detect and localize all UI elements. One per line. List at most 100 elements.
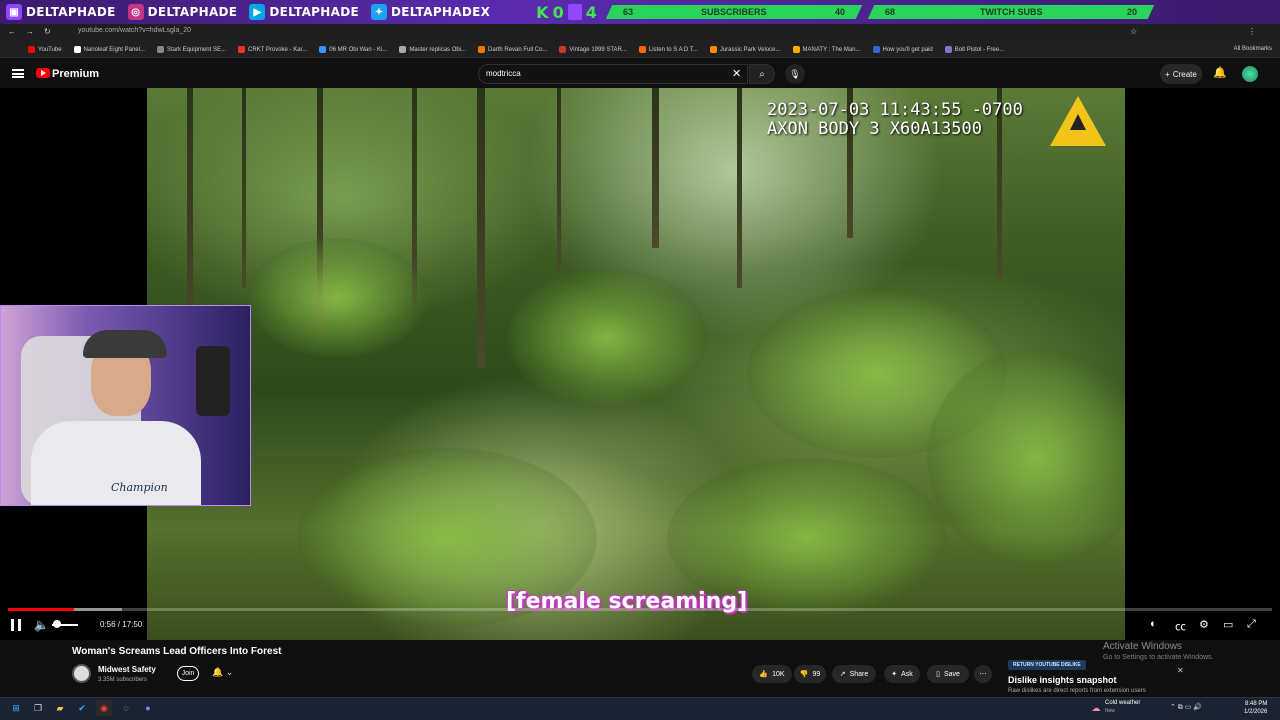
bookmark-item[interactable]: Listen to S A D T...: [638, 46, 698, 53]
system-clock[interactable]: 8:48 PM 1/2/2026: [1244, 700, 1267, 716]
reload-icon[interactable]: ↻: [44, 27, 51, 36]
star-icon[interactable]: ☆: [1130, 27, 1137, 36]
app-icon[interactable]: ●: [140, 700, 156, 716]
social-instagram: ◎ DELTAPHADE: [122, 0, 244, 24]
mic-icon: 🎙: [789, 68, 801, 79]
bookmark-item[interactable]: Darth Revan Full Co...: [478, 46, 547, 53]
forest-trunk: [242, 88, 246, 288]
like-button[interactable]: 👍 10K: [752, 665, 792, 683]
youtube-icon: ▶: [249, 4, 266, 20]
progress-bar[interactable]: [8, 608, 1272, 611]
menu-icon[interactable]: [12, 69, 24, 78]
twitch-icon: ▣: [6, 4, 22, 20]
bookmark-icon: [156, 46, 164, 53]
bookmark-item[interactable]: How you'll get paid: [872, 46, 933, 53]
bookmark-label: MANATY : The Man...: [802, 46, 861, 53]
notifications-bell-icon[interactable]: 🔔: [1213, 66, 1227, 79]
channel-avatar[interactable]: [72, 664, 91, 683]
all-bookmarks-link[interactable]: All Bookmarks: [1234, 46, 1272, 52]
bookmark-item[interactable]: Nanoleaf Eight Panel...: [73, 46, 145, 53]
bookmark-label: How you'll get paid: [882, 46, 933, 53]
file-explorer-icon[interactable]: ▰: [52, 700, 68, 716]
search-button[interactable]: ⌕: [749, 64, 775, 84]
streamer-cap: [83, 330, 167, 358]
bookmark-icon: [872, 46, 880, 53]
forward-icon[interactable]: →: [26, 27, 34, 36]
account-avatar[interactable]: [1242, 66, 1258, 82]
tray-icons[interactable]: ⌃ ⧉ ▭ 🔊: [1170, 703, 1202, 712]
social-handle: DELTAPHADE: [26, 5, 116, 19]
bookmark-item[interactable]: Bolt Pistol - Free...: [944, 46, 1004, 53]
timestamp-line: 2023-07-03 11:43:55 -0700: [767, 100, 1023, 120]
youtube-premium-logo[interactable]: Premium: [52, 68, 99, 80]
goal-target: 20: [1126, 7, 1137, 17]
fullscreen-icon[interactable]: ⤢: [1247, 618, 1256, 631]
subscribed-bell-icon[interactable]: 🔔 ⌄: [212, 667, 233, 678]
clear-search-icon[interactable]: ✕: [732, 67, 741, 80]
search-icon: ⌕: [759, 68, 765, 80]
chrome-icon[interactable]: ◉: [96, 700, 112, 716]
back-icon[interactable]: ←: [8, 27, 16, 36]
bookmark-label: Listen to S A D T...: [648, 46, 698, 53]
goal-current: 63: [622, 7, 633, 17]
bookmark-item[interactable]: Jurassic Park Veloce...: [709, 46, 781, 53]
more-actions-button[interactable]: ⋯: [974, 665, 992, 683]
activate-windows-subtitle: Go to Settings to activate Windows.: [1103, 654, 1214, 661]
video-frame[interactable]: [147, 88, 1125, 640]
bookmark-item[interactable]: MANATY : The Man...: [792, 46, 861, 53]
fern-foliage: [507, 268, 707, 408]
autoplay-toggle-icon[interactable]: ◐: [1150, 618, 1157, 630]
create-button[interactable]: + Create: [1160, 64, 1202, 84]
windows-start-icon[interactable]: ⊞: [8, 700, 24, 716]
streamer-webcam: Champion: [0, 305, 251, 506]
dislike-count: 99: [812, 670, 821, 678]
save-button[interactable]: ▯ Save: [927, 665, 969, 683]
social-handle: DELTAPHADE: [147, 5, 238, 19]
join-button[interactable]: Join: [177, 666, 199, 681]
close-icon[interactable]: ✕: [1177, 666, 1184, 675]
weather-sub: Now: [1105, 708, 1116, 714]
share-label: Share: [849, 670, 869, 678]
clock-time: 8:48 PM: [1245, 701, 1268, 707]
thumbs-up-icon: 👍: [759, 671, 769, 678]
pause-button[interactable]: [11, 619, 21, 631]
twitter-icon: ✦: [370, 4, 387, 20]
fern-foliage: [247, 238, 427, 358]
join-label: Join: [181, 670, 195, 677]
social-handle: DELTAPHADEX: [390, 5, 491, 19]
bookmarks-bar: YouTube Nanoleaf Eight Panel... Stark Eq…: [0, 42, 1280, 58]
more-icon[interactable]: ⋮: [1248, 27, 1256, 36]
steam-icon[interactable]: ✔: [74, 700, 90, 716]
ask-button[interactable]: ✦ Ask: [884, 665, 920, 683]
weather-label[interactable]: Cold weather: [1105, 700, 1140, 706]
bookmark-label: Vintage 1999 STAR...: [569, 46, 627, 53]
captions-icon[interactable]: ㏄: [1175, 618, 1186, 634]
voice-search-button[interactable]: 🎙: [785, 64, 805, 84]
obs-icon[interactable]: ◌: [118, 700, 134, 716]
volume-icon[interactable]: 🔈: [34, 618, 49, 632]
share-button[interactable]: ↗ Share: [832, 665, 876, 683]
time-display: 0:56 / 17:50: [100, 620, 143, 629]
bookmark-item[interactable]: Stark Equipment SE...: [156, 46, 226, 53]
twitch-subs-goal: 68 TWITCH SUBS 20: [867, 5, 1155, 19]
bookmark-item[interactable]: YouTube: [28, 46, 62, 53]
clock-date: 1/2/2026: [1244, 709, 1268, 715]
shirt-logo: Champion: [111, 481, 168, 494]
search-value[interactable]: modtricca: [486, 69, 521, 78]
volume-knob[interactable]: [53, 620, 61, 628]
task-view-icon[interactable]: ❐: [30, 700, 46, 716]
bookmark-item[interactable]: CRKT Provoke - Kar...: [237, 46, 307, 53]
youtube-logo-icon[interactable]: [36, 68, 50, 78]
goal-label: TWITCH SUBS: [979, 7, 1043, 17]
bookmark-item[interactable]: Master replicas Obi...: [399, 46, 466, 53]
browser-address-bar[interactable]: [0, 24, 1280, 42]
settings-gear-icon[interactable]: ⚙: [1199, 618, 1209, 631]
bookmark-icon: [792, 46, 800, 53]
theater-mode-icon[interactable]: ▭: [1223, 618, 1233, 631]
bookmark-icon: [944, 46, 952, 53]
url-text[interactable]: youtube.com/watch?v=hdwLsgla_20: [78, 27, 191, 34]
channel-name[interactable]: Midwest Safety: [98, 665, 156, 674]
dislike-button[interactable]: 👎 99: [794, 665, 826, 683]
bookmark-item[interactable]: Vintage 1999 STAR...: [559, 46, 627, 53]
bookmark-item[interactable]: 06 MR Obi Wan - Ki...: [319, 46, 387, 53]
